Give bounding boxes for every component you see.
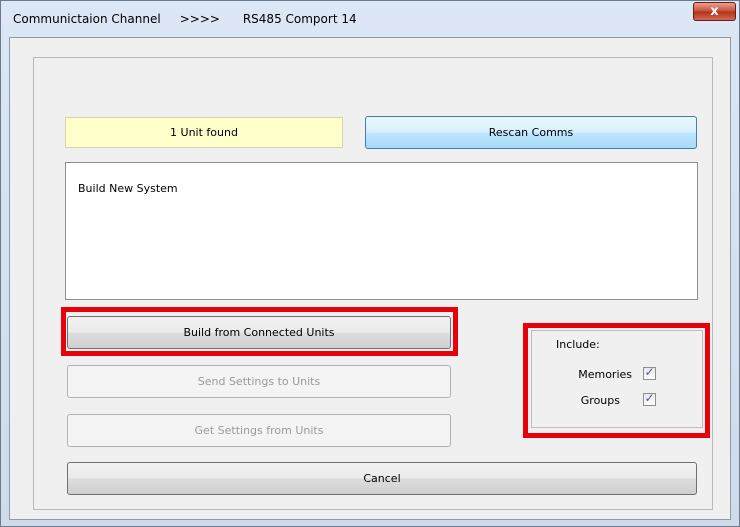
dialog-client-area: 1 Unit found Rescan Comms Build New Syst… xyxy=(9,37,731,520)
dialog-window: Communictaion Channel >>>> RS485 Comport… xyxy=(0,0,740,527)
title-bar[interactable]: Communictaion Channel >>>> RS485 Comport… xyxy=(1,1,739,37)
highlight-box xyxy=(523,323,710,438)
get-settings-button[interactable]: Get Settings from Units xyxy=(67,414,451,447)
close-icon: x xyxy=(710,4,719,19)
highlight-box xyxy=(61,307,458,356)
build-system-list[interactable]: Build New System xyxy=(65,162,698,300)
close-button[interactable]: x xyxy=(693,2,736,21)
send-settings-button[interactable]: Send Settings to Units xyxy=(67,365,451,398)
rescan-comms-button[interactable]: Rescan Comms xyxy=(365,116,697,149)
cancel-button[interactable]: Cancel xyxy=(67,462,697,495)
window-title: Communictaion Channel >>>> RS485 Comport… xyxy=(13,12,357,26)
list-item[interactable]: Build New System xyxy=(78,182,178,195)
status-indicator: 1 Unit found xyxy=(65,117,343,148)
